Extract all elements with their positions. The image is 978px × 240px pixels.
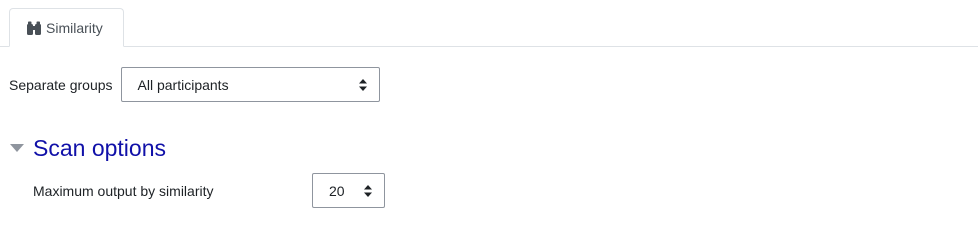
separate-groups-row: Separate groups All participants xyxy=(9,67,380,102)
tab-bar: Similarity xyxy=(0,0,978,47)
scan-options-header[interactable]: Scan options xyxy=(10,133,166,163)
max-output-value: 20 xyxy=(329,182,345,199)
sort-caret-icon xyxy=(364,184,372,197)
max-output-select[interactable]: 20 xyxy=(312,173,385,208)
separate-groups-value: All participants xyxy=(137,76,229,93)
tab-similarity[interactable]: Similarity xyxy=(9,8,124,47)
scan-options-title: Scan options xyxy=(33,135,166,161)
separate-groups-select[interactable]: All participants xyxy=(120,67,380,102)
max-output-label: Maximum output by similarity xyxy=(33,182,214,199)
tab-label: Similarity xyxy=(46,19,103,36)
collapse-toggle-icon[interactable] xyxy=(10,141,24,155)
binoculars-icon xyxy=(26,20,42,36)
max-output-row: Maximum output by similarity 20 xyxy=(33,173,393,208)
separate-groups-label: Separate groups xyxy=(9,76,113,93)
sort-caret-icon xyxy=(358,78,367,91)
